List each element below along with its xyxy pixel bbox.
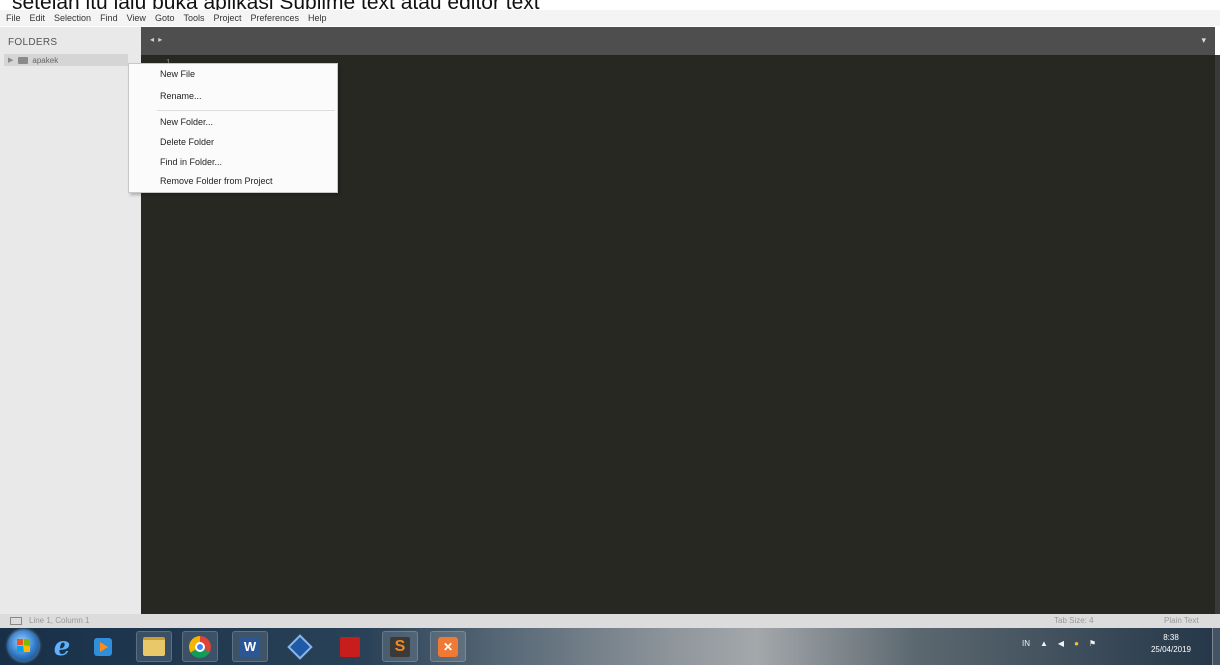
folder-item[interactable]: ▶ apakek [4, 54, 128, 66]
sublime-text-icon: S [390, 636, 410, 657]
cursor-position: Line 1, Column 1 [29, 616, 90, 625]
taskbar-sublime-text[interactable]: S [382, 631, 418, 662]
clock-date: 25/04/2019 [1150, 645, 1192, 654]
media-player-icon [94, 637, 112, 656]
tray-expand-icon[interactable]: ▲ [1040, 639, 1048, 648]
taskbar-word[interactable]: W [232, 631, 268, 662]
menu-preferences[interactable]: Preferences [250, 13, 299, 23]
tab-size[interactable]: Tab Size: 4 [1054, 616, 1094, 625]
folder-icon [143, 637, 165, 656]
word-icon: W [240, 636, 260, 657]
garena-icon [340, 636, 360, 657]
folders-header: FOLDERS [8, 37, 58, 48]
folder-label: apakek [32, 55, 59, 65]
syntax-mode[interactable]: Plain Text [1164, 616, 1199, 625]
menu-edit[interactable]: Edit [30, 13, 46, 23]
menu-tools[interactable]: Tools [183, 13, 204, 23]
system-tray: IN ▲ ◀ ● ⚑ [1022, 639, 1096, 648]
taskbar-ie[interactable]: e [44, 631, 80, 662]
virtualbox-icon [287, 633, 313, 660]
action-center-icon[interactable]: ⚑ [1089, 639, 1096, 648]
taskbar-garena[interactable] [332, 631, 368, 662]
menu-separator [157, 110, 335, 111]
menu-item-delete-folder[interactable]: Delete Folder [160, 137, 214, 147]
language-indicator[interactable]: IN [1022, 639, 1030, 648]
menu-item-find-in-folder[interactable]: Find in Folder... [160, 157, 222, 167]
menu-project[interactable]: Project [213, 13, 241, 23]
windows-logo-icon [17, 639, 30, 652]
network-icon[interactable]: ● [1074, 639, 1079, 648]
editor-scrollbar[interactable] [1215, 55, 1220, 614]
folder-icon [18, 56, 29, 64]
taskbar-file-explorer[interactable] [136, 631, 172, 662]
speaker-icon[interactable]: ◀ [1058, 639, 1064, 648]
taskbar-virtualbox[interactable] [282, 631, 318, 662]
menu-item-rename[interactable]: Rename... [160, 91, 202, 101]
start-button[interactable] [8, 630, 39, 661]
menu-file[interactable]: File [6, 13, 21, 23]
chrome-icon [189, 635, 211, 658]
menu-help[interactable]: Help [308, 13, 327, 23]
monitor-icon[interactable] [10, 617, 22, 625]
menu-item-remove-folder[interactable]: Remove Folder from Project [160, 176, 273, 186]
clock[interactable]: 8:38 25/04/2019 [1146, 632, 1196, 656]
taskbar-xampp[interactable]: ✕ [430, 631, 466, 662]
tab-nav-arrows-icon[interactable]: ◂ ▸ [150, 35, 163, 44]
taskbar-chrome[interactable] [182, 631, 218, 662]
menu-item-new-folder[interactable]: New Folder... [160, 117, 213, 127]
clock-time: 8:38 [1163, 633, 1179, 642]
context-menu: New File Rename... New Folder... Delete … [128, 63, 338, 193]
menu-item-new-file[interactable]: New File [160, 69, 195, 79]
internet-explorer-icon: e [53, 631, 71, 662]
menu-selection[interactable]: Selection [54, 13, 91, 23]
tab-bar: ◂ ▸ ▾ [141, 27, 1215, 55]
tab-dropdown-icon[interactable]: ▾ [1201, 35, 1206, 46]
xampp-icon: ✕ [438, 636, 458, 657]
sidebar: FOLDERS ▶ apakek [0, 27, 141, 614]
menu-bar: File Edit Selection Find View Goto Tools… [0, 10, 1220, 26]
taskbar: e W S ✕ IN ▲ ◀ ● ⚑ 8:38 25/04/2019 [0, 628, 1220, 665]
status-bar: Line 1, Column 1 Tab Size: 4 Plain Text [0, 614, 1220, 628]
show-desktop-button[interactable] [1212, 628, 1220, 665]
menu-find[interactable]: Find [100, 13, 118, 23]
menu-view[interactable]: View [127, 13, 146, 23]
menu-goto[interactable]: Goto [155, 13, 175, 23]
taskbar-media-player[interactable] [85, 631, 121, 662]
chevron-right-icon[interactable]: ▶ [8, 56, 13, 64]
